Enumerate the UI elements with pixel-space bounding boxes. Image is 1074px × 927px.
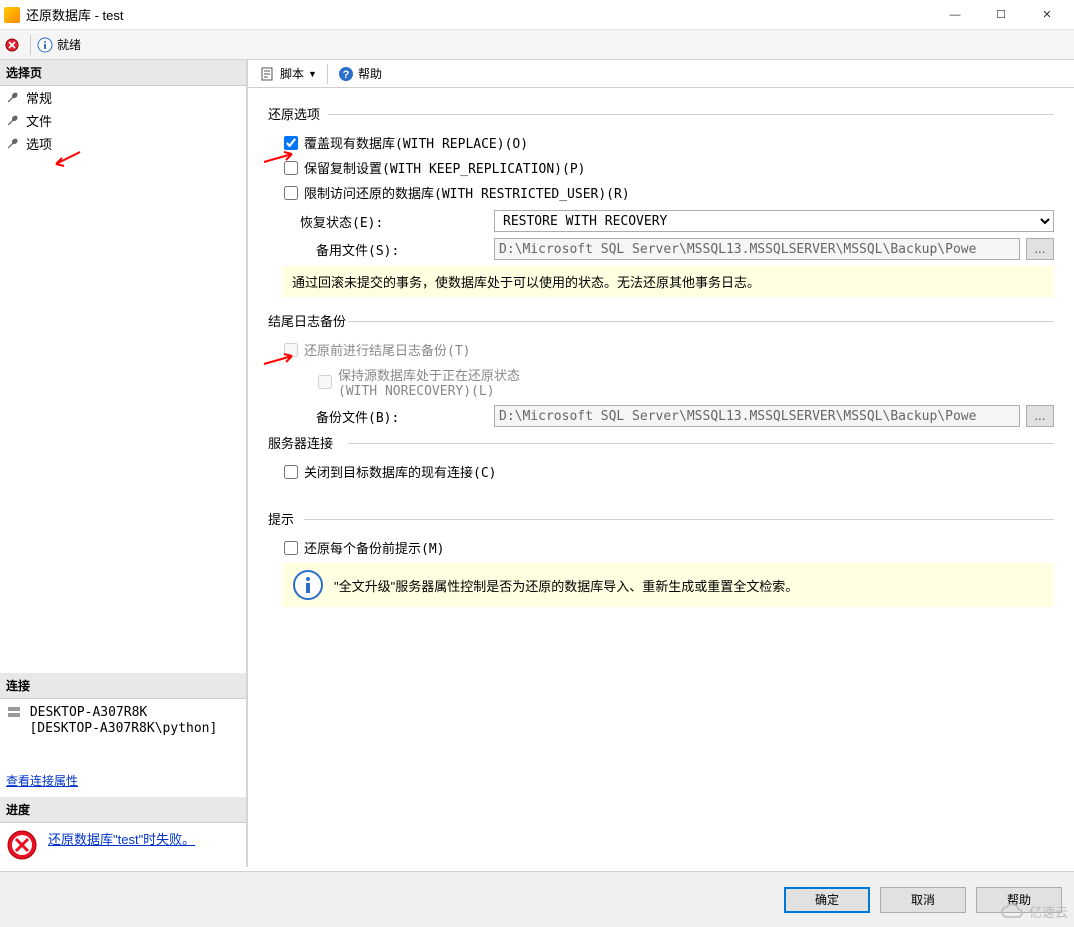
toolbar-separator	[30, 35, 31, 55]
checkbox-tail-log	[284, 343, 298, 357]
script-label: 脚本	[280, 65, 304, 82]
maximize-button[interactable]: ☐	[978, 0, 1024, 30]
error-icon	[6, 829, 38, 861]
wrench-icon	[6, 137, 20, 151]
content-pane: 脚本 ▼ ? 帮助 还原选项 覆盖现有数据库(WITH REPLACE)(O) …	[248, 60, 1074, 867]
form-area: 还原选项 覆盖现有数据库(WITH REPLACE)(O) 保留复制设置(WIT…	[248, 88, 1074, 867]
script-button[interactable]: 脚本 ▼	[256, 63, 321, 84]
window-title: 还原数据库 - test	[26, 5, 932, 24]
label-with-replace: 覆盖现有数据库(WITH REPLACE)(O)	[304, 133, 528, 152]
checkbox-norecovery	[318, 375, 332, 389]
sidebar: 选择页 常规 文件 选项 连接 DESKTOP-A307R8K [DESKTOP…	[0, 60, 248, 867]
server-icon	[6, 705, 22, 721]
checkbox-prompt-each[interactable]	[284, 541, 298, 555]
sidebar-item-files[interactable]: 文件	[0, 109, 246, 132]
connection-server: DESKTOP-A307R8K	[30, 705, 147, 720]
sidebar-item-options[interactable]: 选项	[0, 132, 246, 155]
group-server-conn: 服务器连接	[268, 433, 1054, 452]
help-footer-button[interactable]: 帮助	[976, 887, 1062, 913]
label-close-connections: 关闭到目标数据库的现有连接(C)	[304, 462, 496, 481]
label-norecovery: 保持源数据库处于正在还原状态 (WITH NORECOVERY)(L)	[338, 365, 520, 399]
wrench-icon	[6, 91, 20, 105]
checkbox-with-replace[interactable]	[284, 136, 298, 150]
connection-user: [DESKTOP-A307R8K\python]	[29, 721, 217, 736]
progress-body: 还原数据库"test"时失败。	[0, 823, 246, 867]
info-icon	[37, 37, 53, 53]
browse-standby-button[interactable]: ...	[1026, 238, 1054, 260]
status-toolbar: 就绪	[0, 30, 1074, 60]
app-icon	[4, 7, 20, 23]
help-label: 帮助	[358, 65, 382, 82]
script-icon	[260, 66, 276, 82]
sidebar-label: 文件	[26, 111, 52, 130]
sidebar-header-progress: 进度	[0, 797, 246, 823]
sidebar-header-connection: 连接	[0, 673, 246, 699]
svg-text:?: ?	[343, 69, 350, 81]
progress-error-link[interactable]: 还原数据库"test"时失败。	[48, 829, 195, 848]
toolbar-separator	[327, 64, 328, 84]
info-icon	[292, 569, 324, 601]
label-standby-file: 备用文件(S):	[284, 240, 494, 259]
label-backup-file: 备份文件(B):	[284, 407, 494, 426]
label-keep-replication: 保留复制设置(WITH KEEP_REPLICATION)(P)	[304, 158, 586, 177]
cancel-button[interactable]: 取消	[880, 887, 966, 913]
sidebar-label: 选项	[26, 134, 52, 153]
group-prompt: 提示	[268, 509, 1054, 528]
help-icon: ?	[338, 66, 354, 82]
titlebar: 还原数据库 - test — ☐ ✕	[0, 0, 1074, 30]
dialog-footer: 确定 取消 帮助	[0, 871, 1074, 927]
label-recovery-state: 恢复状态(E):	[284, 212, 494, 231]
label-prompt-each: 还原每个备份前提示(M)	[304, 538, 444, 557]
minimize-button[interactable]: —	[932, 0, 978, 30]
label-tail-log: 还原前进行结尾日志备份(T)	[304, 340, 470, 359]
info-fulltext-note: "全文升级"服务器属性控制是否为还原的数据库导入、重新生成或重置全文检索。	[282, 563, 1054, 607]
sidebar-header-select: 选择页	[0, 60, 246, 86]
help-button[interactable]: ? 帮助	[334, 63, 386, 84]
checkbox-keep-replication[interactable]	[284, 161, 298, 175]
group-restore-options: 还原选项	[268, 104, 1054, 123]
status-text: 就绪	[57, 36, 81, 53]
label-restricted-user: 限制访问还原的数据库(WITH RESTRICTED_USER)(R)	[304, 183, 630, 202]
info-recovery-note: 通过回滚未提交的事务，使数据库处于可以使用的状态。无法还原其他事务日志。	[282, 266, 1054, 297]
input-standby-file	[494, 238, 1020, 260]
sidebar-label: 常规	[26, 88, 52, 107]
wrench-icon	[6, 114, 20, 128]
info-fulltext-text: "全文升级"服务器属性控制是否为还原的数据库导入、重新生成或重置全文检索。	[334, 576, 798, 595]
input-backup-file	[494, 405, 1020, 427]
checkbox-close-connections[interactable]	[284, 465, 298, 479]
browse-backup-button[interactable]: ...	[1026, 405, 1054, 427]
connection-info: DESKTOP-A307R8K [DESKTOP-A307R8K\python]	[0, 699, 246, 742]
view-connection-properties-link[interactable]: 查看连接属性	[6, 774, 78, 788]
stop-icon[interactable]	[4, 37, 20, 53]
ok-button[interactable]: 确定	[784, 887, 870, 913]
sidebar-item-general[interactable]: 常规	[0, 86, 246, 109]
group-tail-log: 结尾日志备份	[268, 311, 1054, 330]
select-recovery-state[interactable]: RESTORE WITH RECOVERY	[494, 210, 1054, 232]
checkbox-restricted-user[interactable]	[284, 186, 298, 200]
content-toolbar: 脚本 ▼ ? 帮助	[248, 60, 1074, 88]
chevron-down-icon: ▼	[308, 69, 317, 79]
close-button[interactable]: ✕	[1024, 0, 1070, 30]
